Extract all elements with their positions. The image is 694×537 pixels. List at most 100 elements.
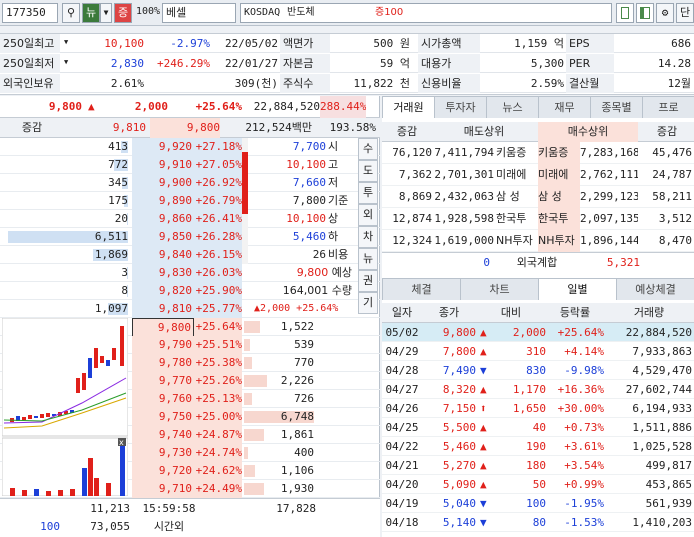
bid-price[interactable]: 9,750 [132, 408, 194, 426]
daily-close: 7,490 [442, 364, 476, 377]
ask-price[interactable]: 9,890 [132, 192, 194, 210]
ask-total: 11,213 [90, 502, 130, 515]
daily-row[interactable]: 04/27 8,320 ▲ 1,170 +16.36% 27,602,744 [382, 380, 694, 399]
broker-sell-name[interactable]: 삼 성 [496, 186, 538, 208]
daily-row[interactable]: 04/29 7,800 ▲ 310 +4.14% 7,933,863 [382, 342, 694, 361]
margin-button[interactable]: 증 [114, 3, 132, 23]
broker-buy-name[interactable]: NH투자 [538, 230, 580, 252]
tab-2[interactable]: 뉴스 [486, 96, 539, 118]
ask-price[interactable]: 9,910 [132, 156, 194, 174]
broker-row[interactable]: 12,324 1,619,000 NH투자 NH투자 1,896,144 8,470 [382, 230, 694, 252]
mini-chart: x [2, 318, 128, 496]
broker-buy-name[interactable]: 삼 성 [538, 186, 580, 208]
tab-4[interactable]: 종목별 [590, 96, 643, 118]
stock-info-grid: 250일최고 10,100 -2.97% 22/05/02 액면가 500 원 시가총액 1,… [0, 33, 694, 95]
side-tab[interactable]: 외 [358, 204, 378, 226]
daily-row[interactable]: 04/26 7,150 ⬆ 1,650 +30.00% 6,194,933 [382, 399, 694, 418]
info-value: 2.59% [530, 77, 564, 90]
broker-row[interactable]: 8,869 2,432,063 삼 성삼 성 2,299,123 58,211 [382, 186, 694, 208]
broker-buy-name[interactable]: 한국투 [538, 208, 580, 230]
side-tab[interactable]: 투 [358, 182, 378, 204]
tab-2[interactable]: 일별 [538, 278, 617, 300]
bid-price[interactable]: 9,780 [132, 354, 194, 372]
bid-price[interactable]: 9,760 [132, 390, 194, 408]
broker-row[interactable]: 7,362 2,701,301 미래에 미래에 2,762,111 24,787 [382, 164, 694, 186]
search-button[interactable]: ⚲ [62, 3, 80, 23]
broker-sell-name[interactable]: NH투자 [496, 230, 538, 252]
ask-price[interactable]: 9,860 [132, 210, 194, 228]
bid-price[interactable]: 9,770 [132, 372, 194, 390]
info-date: 22/01/27 [225, 57, 278, 70]
side-tab[interactable]: 기 [358, 292, 378, 314]
daily-row[interactable]: 04/25 5,500 ▲ 40 +0.73% 1,511,886 [382, 418, 694, 437]
daily-row[interactable]: 04/18 5,140 ▼ 80 -1.53% 1,410,203 [382, 513, 694, 532]
ask-price[interactable]: 9,840 [132, 246, 194, 264]
broker-header: 증감 매도상위 매수상위 증감 [382, 122, 694, 142]
side-tab[interactable]: 권 [358, 270, 378, 292]
broker-sell-name[interactable]: 미래에 [496, 164, 538, 186]
daily-volume: 561,939 [645, 497, 692, 510]
broker-row[interactable]: 12,874 1,928,598 한국투 한국투 2,097,135 3,512 [382, 208, 694, 230]
expected-qty: 164,001 [282, 284, 329, 297]
tab-0[interactable]: 체결 [382, 278, 461, 300]
broker-sell-chg: 7,362 [398, 168, 432, 181]
gear-icon[interactable]: ⚙ [656, 3, 674, 23]
bid-price[interactable]: 9,720 [132, 462, 194, 480]
ask-price[interactable]: 9,920 [132, 138, 194, 156]
ohlc-value: 5,460 [292, 230, 326, 243]
bid-price[interactable]: 9,800 [132, 318, 194, 338]
daily-row[interactable]: 04/20 5,090 ▲ 50 +0.99% 453,865 [382, 475, 694, 494]
ohlc-value: 26 [312, 248, 326, 261]
bid-price[interactable]: 9,730 [132, 444, 194, 462]
broker-row[interactable]: 76,120 7,411,794 키움증 키움증 7,283,168 45,476 [382, 142, 694, 164]
stock-code-input[interactable]: 177350 [2, 3, 58, 23]
tab-0[interactable]: 거래원 [382, 96, 435, 118]
daily-date: 04/22 [385, 440, 419, 453]
expected-price-label: 예상 [331, 266, 352, 279]
side-tab[interactable]: 뉴 [358, 248, 378, 270]
tab-5[interactable]: 프로 [642, 96, 694, 118]
broker-sell-qty: 7,411,794 [434, 146, 494, 159]
chevron-down-icon[interactable]: ▼ [64, 58, 68, 66]
ask-price[interactable]: 9,820 [132, 282, 194, 300]
daily-close: 5,040 [442, 497, 476, 510]
bid-price[interactable]: 9,710 [132, 480, 194, 498]
ask-price[interactable]: 9,810 [132, 300, 194, 318]
daily-close: 7,150 [442, 402, 476, 415]
broker-sell-qty: 1,619,000 [434, 234, 494, 247]
chevron-down-icon[interactable]: ▼ [100, 3, 112, 23]
candle [22, 417, 26, 420]
ask-price[interactable]: 9,850 [132, 228, 194, 246]
ohlc-row: 7,660 저 [256, 174, 356, 192]
split-view-icon[interactable] [636, 3, 654, 23]
tab-3[interactable]: 예상체결 [616, 278, 694, 300]
side-tab[interactable]: 수 [358, 138, 378, 160]
daily-row[interactable]: 04/22 5,460 ▲ 190 +3.61% 1,025,528 [382, 437, 694, 456]
chevron-down-icon[interactable]: ▼ [64, 38, 68, 46]
broker-buy-name[interactable]: 미래에 [538, 164, 580, 186]
daily-date: 04/27 [385, 383, 419, 396]
daily-row[interactable]: 04/19 5,040 ▼ 100 -1.95% 561,939 [382, 494, 694, 513]
tab-1[interactable]: 투자자 [434, 96, 487, 118]
chart-button[interactable]: 뉴 [82, 3, 100, 23]
side-tab[interactable]: 도 [358, 160, 378, 182]
ask-price[interactable]: 9,830 [132, 264, 194, 282]
daily-row[interactable]: 04/28 7,490 ▼ 830 -9.98% 4,529,470 [382, 361, 694, 380]
side-tab[interactable]: 차 [358, 226, 378, 248]
tab-1[interactable]: 차트 [460, 278, 539, 300]
broker-sell-name[interactable]: 키움증 [496, 142, 538, 164]
price-range-bar [238, 138, 252, 264]
expected-qty-label: 수량 [331, 284, 352, 297]
ask-price[interactable]: 9,900 [132, 174, 194, 192]
daily-row[interactable]: 05/02 9,800 ▲ 2,000 +25.64% 22,884,520 [382, 323, 694, 342]
daily-row[interactable]: 04/21 5,270 ▲ 180 +3.54% 499,817 [382, 456, 694, 475]
broker-buy-name[interactable]: 키움증 [538, 142, 580, 164]
stock-name[interactable]: 베셀 [162, 3, 236, 23]
broker-sell-name[interactable]: 한국투 [496, 208, 538, 230]
window-layout-icon[interactable] [616, 3, 634, 23]
daily-change: 100 [526, 497, 546, 510]
bid-price[interactable]: 9,790 [132, 336, 194, 354]
bid-price[interactable]: 9,740 [132, 426, 194, 444]
tab-3[interactable]: 재무 [538, 96, 591, 118]
single-button[interactable]: 단 [676, 3, 694, 23]
